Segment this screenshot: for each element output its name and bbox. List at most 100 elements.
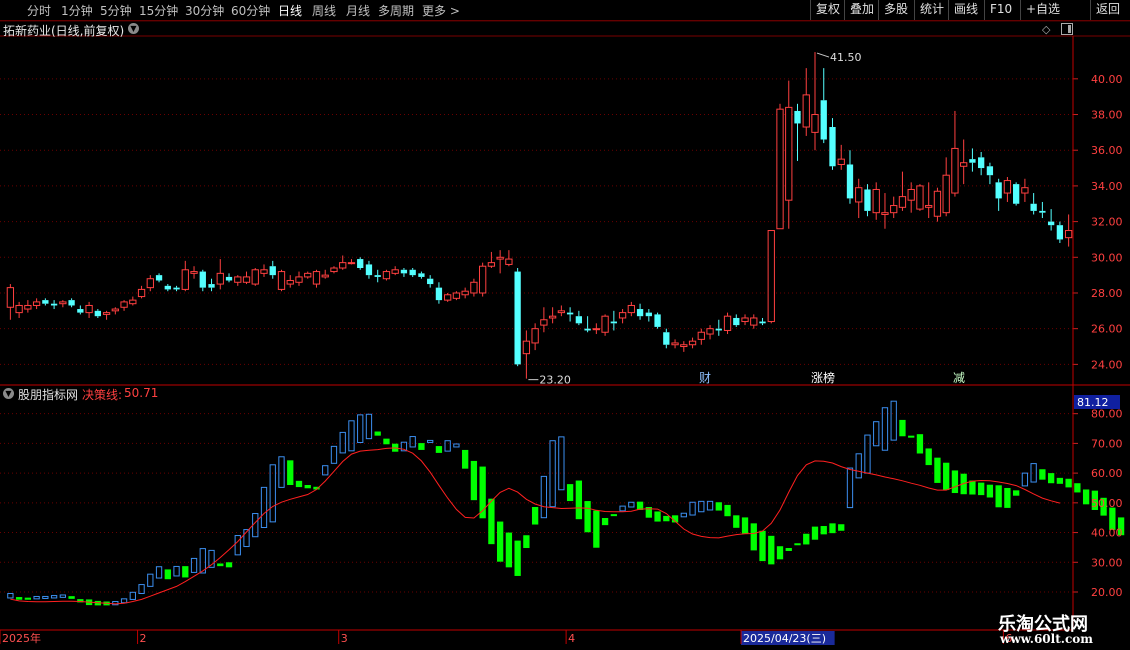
candle-body [190,271,198,274]
candle-body [750,317,758,326]
ind-ytick-label: 60.00 [1091,467,1123,480]
indicator-bar [855,453,862,479]
indicator-bar [811,526,819,540]
indicator-bar [829,523,836,534]
candle [907,182,915,213]
candle-body [347,262,356,265]
candle [759,317,766,326]
candle [15,301,23,318]
panel-toggle-icon[interactable] [1061,23,1073,35]
candle [321,269,329,279]
indicator-bar [418,443,425,450]
candle [42,298,49,306]
candle-body [1030,203,1037,211]
time-axis-text: 4 [568,632,575,645]
candle-body [312,271,321,285]
indicator-bar [566,484,574,502]
candle-body [435,287,443,301]
candle [400,268,408,277]
decision-line [10,447,1061,605]
candle-body [864,189,871,211]
candle [890,196,898,219]
indicator-bar [969,480,976,495]
candle [94,309,101,318]
event-reduction-badge: 减 [952,371,966,385]
candle [531,323,539,351]
candle-body [242,276,251,283]
indicator-bar [147,573,154,587]
chart-canvas[interactable]: 24.00 26.00 28.00 30.00 32.00 34.00 36.00 38.00… [0,0,1130,650]
indicator-bar [514,540,521,576]
time-axis-text: 2 [140,632,147,645]
candle-body [663,332,670,345]
main-ytick-label: 24.00 [1091,358,1123,371]
candle-body [418,273,425,277]
candle-body [461,290,469,296]
stock-title: 拓新药业(日线,前复权) [3,24,125,38]
candle [295,271,303,286]
candle [969,148,976,172]
candle-body [251,269,259,285]
candle-body [1013,184,1020,204]
candle [618,309,627,324]
axis-labels: 24.00 26.00 28.00 30.00 32.00 34.00 36.00 38.00… [0,51,1123,645]
candle-body [452,292,461,299]
candle-body [137,288,146,298]
candle-body [969,159,976,163]
indicator-bar [357,414,364,444]
indicator-menu-icon[interactable]: ▼ [3,388,14,399]
indicator-bar [260,486,268,529]
ind-ytick-label: 70.00 [1091,437,1123,450]
candle-body [995,182,1002,199]
candle [933,187,942,222]
candle [181,260,189,292]
indicator-bar [733,515,740,528]
candle-body [68,300,75,306]
indicator-bar [601,517,609,526]
candle-body [557,310,566,314]
indicator-bar [741,517,749,534]
candle-body [470,281,478,294]
candle-body [391,269,399,274]
candle-body [208,284,215,288]
indicator-bar [951,470,959,494]
candle-body [146,278,154,289]
candle-body [584,328,591,331]
indicator-bar [628,501,635,508]
candle-body [566,312,574,315]
candle-body [1039,210,1046,213]
candle [1021,178,1029,202]
candle-body [706,328,714,335]
candle-body [829,127,836,167]
indicator-bar [593,510,600,548]
ind-ytick-label: 20.00 [1091,586,1123,599]
candle [269,260,276,279]
indicator-bar [768,535,775,565]
candle [111,307,119,315]
event-dragon-tiger-badge: 涨榜 [810,370,836,385]
candle-body [260,269,268,274]
candle [610,310,617,331]
indicator-name[interactable]: 股朋指标网 [18,386,78,403]
time-axis-text: 2025/04/23(三) [743,632,826,645]
candle-body [382,271,391,280]
candle-body [671,342,679,346]
candle-body [592,328,600,331]
chevron-down-icon[interactable]: ▼ [128,23,139,34]
indicator-bar [24,597,32,600]
candle [479,262,487,297]
indicator-bar [549,440,556,508]
diamond-icon[interactable]: ◇ [1042,23,1050,36]
main-ytick-label: 32.00 [1091,216,1123,229]
candle-body [680,344,688,348]
candle-body [697,331,705,340]
main-ytick-label: 36.00 [1091,144,1123,157]
candle [435,282,443,304]
candle-body [330,267,338,273]
candle-body [540,319,548,326]
candle [1056,221,1064,244]
event-badge-text: 减 [953,371,965,385]
candle-body [50,303,58,306]
indicator-bar [986,484,994,498]
candle-body [933,190,942,217]
